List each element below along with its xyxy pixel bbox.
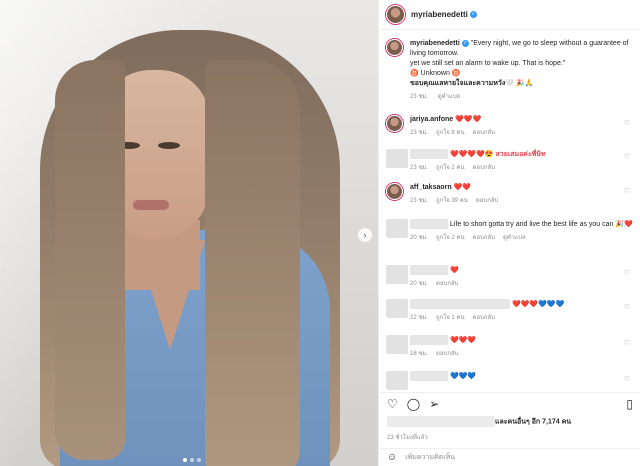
add-comment-input[interactable]: เพิ่มความคิดเห็น	[405, 452, 455, 463]
comment-time: 22 ชม.	[410, 314, 429, 321]
heart-icon[interactable]: ♡	[624, 375, 630, 383]
comment-text: 💙💙💙	[450, 372, 477, 380]
bookmark-icon[interactable]: ▯	[626, 397, 633, 411]
comment-reply[interactable]: ตอบกลับ	[476, 198, 498, 204]
comment-username[interactable]: aff_taksaorn	[410, 184, 452, 191]
avatar[interactable]	[386, 335, 408, 354]
comment-username-redacted	[410, 335, 448, 345]
comment-item: Life to short gotta try and live the bes…	[386, 219, 634, 243]
comment-translate[interactable]: ดูคำแปล	[503, 235, 526, 241]
comment-username-redacted	[410, 265, 448, 275]
likes-redacted	[387, 416, 495, 427]
heart-icon[interactable]: ♡	[624, 223, 630, 231]
photo-hair-right	[205, 60, 300, 466]
avatar[interactable]	[386, 265, 408, 284]
comment-item: ❤️❤️❤️❤️😍 สวยเสมอค่ะพี่ษิท 23 ชม. ถูกใจ 2…	[386, 149, 634, 173]
comment-likes[interactable]: ถูกใจ 2 คน	[436, 235, 465, 241]
share-icon[interactable]: ➢	[429, 397, 439, 411]
post-sidebar: myriabenedetti ✓ myriabenedetti ✓ "Every …	[378, 0, 640, 466]
comment-reply[interactable]: ตอบกลับ	[473, 235, 495, 241]
heart-icon[interactable]: ♡	[624, 153, 630, 161]
comment-username-redacted	[410, 219, 448, 229]
comment-likes[interactable]: ถูกใจ 8 คน	[436, 130, 465, 136]
photo-lips	[133, 200, 169, 210]
comment-username[interactable]: jariya.anfone	[410, 116, 453, 123]
comment-reply[interactable]: ตอบกลับ	[436, 351, 458, 357]
comment-item: aff_taksaorn ❤️❤️ 23 ชม. ถูกใจ 39 คน ตอบกล…	[386, 183, 634, 206]
caption: myriabenedetti ✓ "Every night, we go to s…	[386, 39, 634, 102]
carousel-dot	[183, 458, 187, 462]
avatar[interactable]	[386, 39, 403, 56]
avatar[interactable]	[386, 219, 408, 238]
caption-text-2: yet we still set an alarm to wake up. Th…	[410, 60, 566, 67]
caption-username[interactable]: myriabenedetti	[410, 40, 460, 47]
comment-item: jariya.anfone ❤️❤️❤️ 23 ชม. ถูกใจ 8 คน ตอบ…	[386, 115, 634, 138]
comment-time: 20 ชม.	[410, 280, 429, 287]
photo-neckline	[135, 240, 205, 350]
emoji-icon[interactable]: ☺	[387, 452, 397, 463]
comment-item: 💙💙💙 ♡	[386, 371, 634, 390]
photo-eye-right	[158, 142, 180, 149]
comment-text: ❤️❤️	[453, 184, 472, 191]
photo-hair-left	[55, 60, 125, 460]
comment-time: 18 ชม.	[410, 350, 429, 357]
comment-item: ❤️❤️❤️ 18 ชม. ตอบกลับ ♡	[386, 335, 634, 359]
comment-text: ❤️	[450, 266, 459, 274]
verified-icon: ✓	[461, 39, 469, 47]
caption-text-4: ขอบคุณแลหายใจและความหวัง🤍 🎉🙏	[410, 80, 534, 87]
comment-text: ❤️❤️❤️	[450, 336, 477, 344]
comment-time: 20 ชม.	[410, 234, 429, 241]
heart-icon[interactable]: ♡	[624, 119, 630, 127]
avatar[interactable]	[386, 183, 403, 200]
heart-icon[interactable]: ♡	[387, 397, 398, 411]
caption-time: 23 ชม.	[410, 94, 429, 100]
comment-text: ❤️❤️❤️	[455, 116, 482, 123]
add-comment-bar: ☺ เพิ่มความคิดเห็น	[379, 448, 640, 466]
comment-reply[interactable]: ตอบกลับ	[473, 315, 495, 321]
heart-icon[interactable]: ♡	[624, 303, 630, 311]
carousel-dots	[183, 458, 201, 462]
caption-text-3: ♉ Unknown ♉	[410, 70, 461, 77]
carousel-dot	[190, 458, 194, 462]
comment-username-redacted	[410, 371, 448, 381]
comment-reply[interactable]: ตอบกลับ	[436, 281, 458, 287]
avatar[interactable]	[386, 371, 408, 390]
comment-likes[interactable]: ถูกใจ 39 คน	[436, 198, 468, 204]
post-photo	[0, 0, 378, 466]
post-header: myriabenedetti ✓	[379, 0, 640, 30]
comment-username-redacted	[410, 299, 510, 309]
comment-time: 23 ชม.	[410, 198, 429, 204]
comment-time: 23 ชม.	[410, 130, 429, 136]
verified-icon: ✓	[469, 11, 477, 18]
avatar[interactable]	[386, 299, 408, 318]
caption-translate[interactable]: ดูคำแปล	[438, 94, 461, 100]
comment-item: ❤️❤️❤️💙💙💙 22 ชม. ถูกใจ 1 คน ตอบกลับ ♡	[386, 299, 634, 323]
heart-icon[interactable]: ♡	[624, 187, 630, 195]
comments-list: myriabenedetti ✓ "Every night, we go to s…	[379, 31, 640, 391]
post-actions: ♡ ◯ ➢ ▯	[379, 392, 640, 414]
heart-icon[interactable]: ♡	[624, 339, 630, 347]
comment-item: ❤️ 20 ชม. ตอบกลับ ♡	[386, 265, 634, 289]
comment-text: ❤️❤️❤️❤️😍 สวยเสมอค่ะพี่ษิท	[450, 150, 546, 158]
avatar[interactable]	[386, 149, 408, 168]
comment-reply[interactable]: ตอบกลับ	[473, 130, 495, 136]
avatar[interactable]	[386, 5, 405, 24]
heart-icon[interactable]: ♡	[624, 269, 630, 277]
comment-likes[interactable]: ถูกใจ 2 คน	[436, 165, 465, 171]
comment-username-redacted	[410, 149, 448, 159]
likes-summary[interactable]: และคนอื่นๆ อีก 7,174 คน	[387, 416, 637, 427]
post-time: 23 ชั่วโมงที่แล้ว	[387, 435, 428, 441]
header-username[interactable]: myriabenedetti	[411, 10, 468, 19]
comment-icon[interactable]: ◯	[407, 397, 420, 411]
carousel-dot	[197, 458, 201, 462]
avatar[interactable]	[386, 115, 403, 132]
comment-likes[interactable]: ถูกใจ 1 คน	[436, 315, 465, 321]
comment-time: 23 ชม.	[410, 164, 429, 171]
likes-count[interactable]: และคนอื่นๆ อีก 7,174 คน	[495, 418, 571, 425]
comment-reply[interactable]: ตอบกลับ	[473, 165, 495, 171]
comment-text: ❤️❤️❤️💙💙💙	[512, 300, 565, 308]
chevron-right-icon[interactable]: ›	[358, 228, 372, 242]
comment-text: Life to short gotta try and live the bes…	[450, 220, 633, 228]
